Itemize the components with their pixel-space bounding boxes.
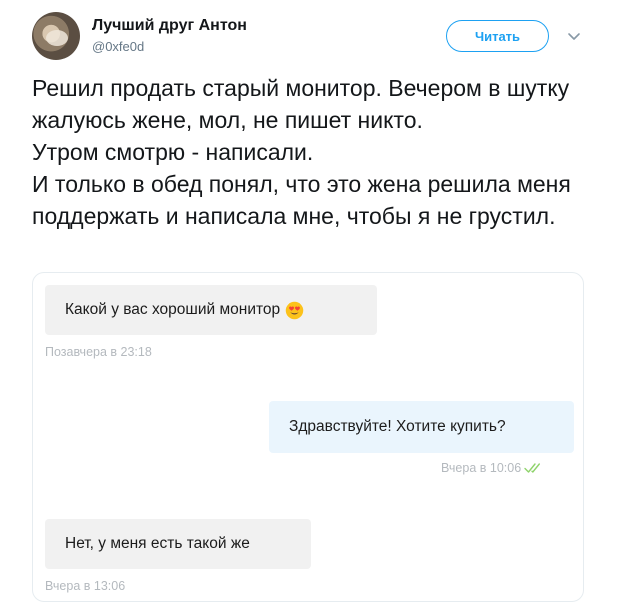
chevron-down-icon[interactable] [564,26,584,46]
author-name[interactable]: Лучший друг Антон [92,17,247,35]
message-timestamp: Вчера в 10:06 [441,461,522,475]
message-timestamp: Позавчера в 23:18 [45,345,152,359]
tweet-header: Лучший друг Антон @0xfe0d Читать [32,12,592,64]
message-bubble-incoming: Нет, у меня есть такой же [45,519,311,569]
follow-button[interactable]: Читать [446,20,549,52]
author-handle[interactable]: @0xfe0d [92,39,144,54]
chat-screenshot-card[interactable]: Какой у вас хороший монитор Позавчера в … [32,272,584,602]
message-timestamp-row: Вчера в 10:06 [441,461,548,475]
message-text: Какой у вас хороший монитор [65,301,281,318]
user-avatar[interactable] [32,12,80,60]
message-text: Здравствуйте! Хотите купить? [289,418,506,435]
message-bubble-incoming: Какой у вас хороший монитор [45,285,377,335]
heart-eyes-emoji-icon [285,301,304,319]
message-text: Нет, у меня есть такой же [65,535,250,552]
tweet-text: Решил продать старый монитор. Вечером в … [32,75,571,229]
message-timestamp: Вчера в 13:06 [45,579,126,593]
double-check-icon [524,463,541,473]
message-bubble-outgoing: Здравствуйте! Хотите купить? [269,401,574,453]
